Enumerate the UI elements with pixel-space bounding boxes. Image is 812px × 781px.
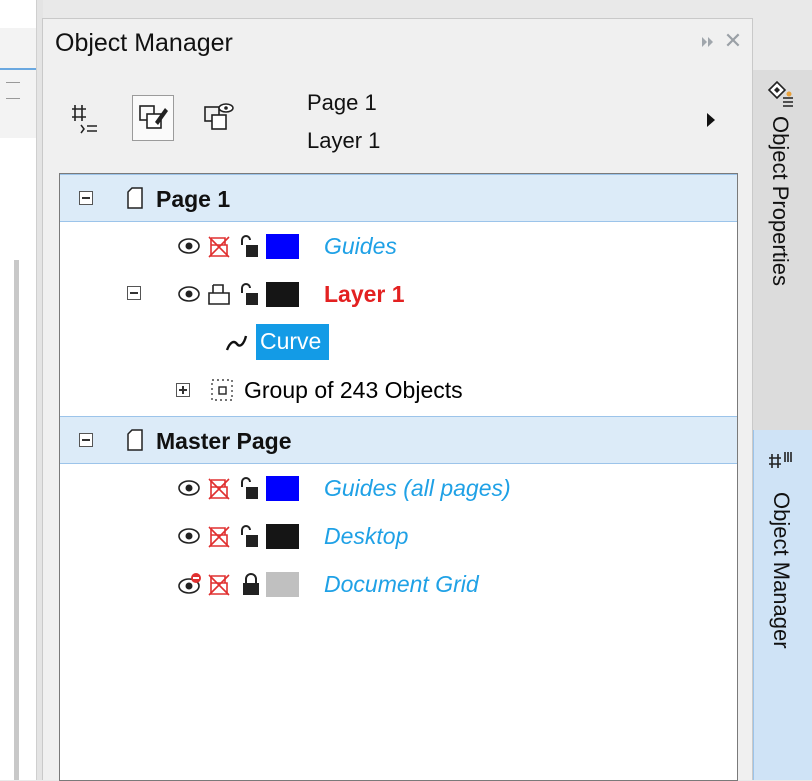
current-layer-label: Layer 1 bbox=[307, 128, 381, 153]
page-icon bbox=[127, 429, 143, 451]
layer-view-button[interactable] bbox=[198, 95, 240, 141]
guides-all-pages-label: Guides (all pages) bbox=[324, 475, 511, 501]
layer-color-swatch[interactable] bbox=[266, 282, 299, 307]
object-properties-icon bbox=[767, 80, 793, 107]
document-grid-label: Document Grid bbox=[324, 571, 479, 597]
layer-color-swatch[interactable] bbox=[266, 476, 299, 501]
object-manager-docker: Object Manager ✕ Page 1 Layer 1 Page 1 G… bbox=[42, 18, 753, 781]
collapse-master-page-toggle[interactable] bbox=[79, 433, 93, 447]
eye-hidden-icon[interactable] bbox=[178, 572, 204, 598]
layer-1-label: Layer 1 bbox=[324, 281, 405, 307]
tree-row-desktop[interactable]: Desktop bbox=[60, 512, 737, 560]
expand-group-toggle[interactable] bbox=[176, 383, 190, 397]
double-chevron-right-icon bbox=[702, 37, 713, 47]
locked-icon[interactable] bbox=[240, 572, 262, 598]
printer-icon[interactable] bbox=[206, 282, 232, 308]
printer-disabled-icon[interactable] bbox=[206, 476, 232, 502]
current-page-label: Page 1 bbox=[307, 90, 377, 115]
workspace-scrollbar[interactable] bbox=[14, 260, 19, 780]
curve-label: Curve bbox=[256, 324, 330, 360]
tree-row-group[interactable]: Group of 243 Objects bbox=[60, 366, 737, 414]
printer-disabled-icon[interactable] bbox=[206, 524, 232, 550]
object-manager-icon bbox=[769, 452, 792, 468]
workspace-toolbar bbox=[0, 28, 36, 138]
layer-color-swatch[interactable] bbox=[266, 234, 299, 259]
printer-disabled-icon[interactable] bbox=[206, 572, 232, 598]
eye-icon[interactable] bbox=[178, 282, 204, 306]
eye-icon[interactable] bbox=[178, 476, 204, 500]
object-properties-tab[interactable]: Object Properties bbox=[753, 70, 812, 430]
group-icon bbox=[211, 379, 233, 401]
collapse-layer-1-toggle[interactable] bbox=[127, 286, 141, 300]
edit-across-layers-button[interactable] bbox=[132, 95, 174, 141]
tree-row-guides[interactable]: Guides bbox=[60, 222, 737, 270]
properties-list-icon bbox=[72, 105, 97, 134]
page-1-label: Page 1 bbox=[156, 186, 231, 212]
edit-across-layers-icon bbox=[139, 105, 168, 129]
docker-title: Object Manager bbox=[55, 29, 233, 57]
unlocked-icon[interactable] bbox=[238, 234, 260, 260]
collapse-docker-button[interactable] bbox=[699, 33, 717, 51]
tree-row-curve[interactable]: Curve bbox=[60, 318, 737, 366]
guides-label: Guides bbox=[324, 233, 397, 259]
collapse-page-1-toggle[interactable] bbox=[79, 191, 93, 205]
workspace-active-indicator bbox=[0, 68, 36, 70]
group-label: Group of 243 Objects bbox=[244, 377, 463, 403]
object-tree: Page 1 Guides Layer 1 Curve Group of 243… bbox=[59, 173, 738, 781]
close-icon: ✕ bbox=[723, 28, 743, 53]
workspace-ruler-tick bbox=[6, 98, 20, 99]
tree-row-layer-1[interactable]: Layer 1 bbox=[60, 270, 737, 318]
page-icon bbox=[127, 187, 143, 209]
curve-icon bbox=[225, 335, 248, 351]
object-properties-tab-label: Object Properties bbox=[768, 116, 793, 286]
desktop-label: Desktop bbox=[324, 523, 409, 549]
unlocked-icon[interactable] bbox=[238, 282, 260, 308]
close-docker-button[interactable]: ✕ bbox=[723, 28, 743, 53]
object-manager-tab[interactable]: Object Manager bbox=[753, 430, 812, 780]
object-manager-tab-label: Object Manager bbox=[769, 492, 794, 649]
layer-color-swatch[interactable] bbox=[266, 572, 299, 597]
workspace-ruler-tick bbox=[6, 82, 20, 83]
tree-row-guides-all-pages[interactable]: Guides (all pages) bbox=[60, 464, 737, 512]
tree-row-master-page[interactable]: Master Page bbox=[60, 416, 737, 464]
eye-icon[interactable] bbox=[178, 234, 204, 258]
master-page-label: Master Page bbox=[156, 428, 292, 454]
tree-row-document-grid[interactable]: Document Grid bbox=[60, 560, 737, 608]
layer-color-swatch[interactable] bbox=[266, 524, 299, 549]
eye-icon[interactable] bbox=[178, 524, 204, 548]
triangle-right-icon[interactable] bbox=[707, 113, 715, 127]
printer-disabled-icon[interactable] bbox=[206, 234, 232, 260]
tree-row-page-1[interactable]: Page 1 bbox=[60, 174, 737, 222]
workspace-left-strip bbox=[0, 0, 36, 780]
object-properties-toggle[interactable] bbox=[65, 95, 107, 141]
unlocked-icon[interactable] bbox=[238, 476, 260, 502]
layer-view-icon bbox=[204, 103, 234, 130]
unlocked-icon[interactable] bbox=[238, 524, 260, 550]
